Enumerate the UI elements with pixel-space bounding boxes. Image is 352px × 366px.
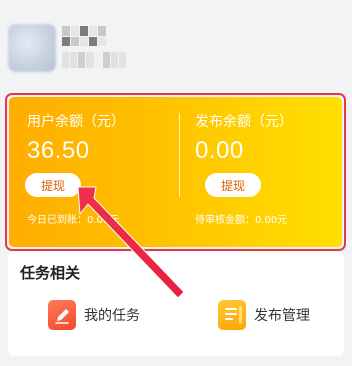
user-balance-section: 用户余额（元） 36.50 提现 今日已到账：0.00元 (9, 97, 179, 247)
task-card: 任务相关 我的任务 发布管理 (8, 252, 344, 356)
username-redacted (62, 26, 106, 46)
task-section-title: 任务相关 (20, 264, 81, 282)
publish-withdraw-button[interactable]: 提现 (205, 173, 261, 197)
publish-management-label: 发布管理 (254, 308, 310, 324)
user-withdraw-button[interactable]: 提现 (25, 173, 81, 197)
publish-balance-value: 0.00 (195, 137, 244, 164)
publish-balance-label: 发布余额（元） (195, 114, 293, 130)
user-id-redacted (62, 52, 126, 68)
publish-management-entry[interactable]: 发布管理 (218, 298, 310, 332)
user-balance-label: 用户余额（元） (27, 114, 125, 130)
balance-panel: 用户余额（元） 36.50 提现 今日已到账：0.00元 发布余额（元） 0.0… (9, 97, 342, 247)
balance-divider (179, 113, 180, 197)
pending-review-note: 待审核金额：0.00元 (195, 215, 288, 226)
publish-balance-section: 发布余额（元） 0.00 提现 待审核金额：0.00元 (181, 97, 346, 247)
profile-header (0, 0, 352, 88)
today-received-note: 今日已到账：0.00元 (27, 215, 120, 226)
edit-icon (48, 300, 76, 330)
document-icon (218, 300, 246, 330)
user-balance-value: 36.50 (27, 137, 90, 164)
avatar[interactable] (8, 24, 56, 72)
my-tasks-entry[interactable]: 我的任务 (48, 298, 140, 332)
balance-card: 用户余额（元） 36.50 提现 今日已到账：0.00元 发布余额（元） 0.0… (5, 93, 346, 251)
my-tasks-label: 我的任务 (84, 308, 140, 324)
